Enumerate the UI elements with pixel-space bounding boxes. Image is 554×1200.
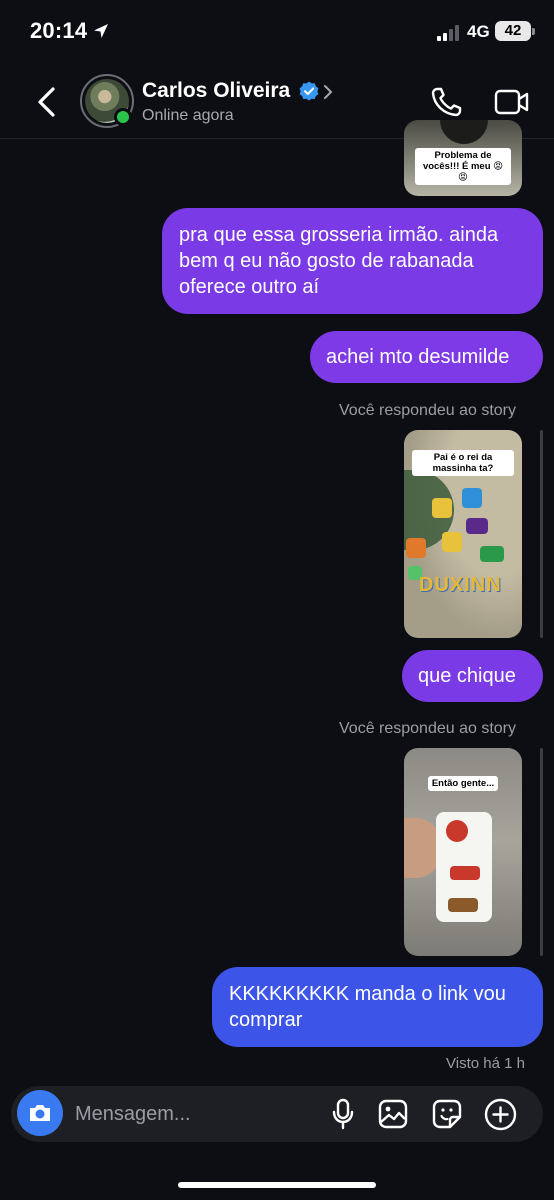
verified-badge-icon [299,81,319,101]
location-arrow-icon [94,24,108,38]
clay-block [466,518,488,534]
message-bubble[interactable]: que chique [402,650,543,702]
story-scrollbar [540,430,543,638]
online-status: Online agora [142,107,234,124]
battery-tip [532,28,535,35]
network-type: 4G [467,22,490,41]
signal-icon [437,25,459,41]
chevron-right-icon[interactable] [322,84,334,100]
santa-print [448,898,478,912]
seen-status: Visto há 1 h [446,1055,525,1072]
santa-print [446,820,468,842]
story-sticker-text: Problema de vocês!!! É meu 😡😡 [415,148,511,185]
message-bubble[interactable]: achei mto desumilde [310,331,543,383]
message-input[interactable] [75,1100,315,1128]
story-scrollbar [540,748,543,956]
camera-icon[interactable] [27,1100,53,1126]
status-time: 20:14 [30,18,88,43]
story-caption: DUXINN [419,574,502,596]
clay-block [462,488,482,508]
story-preview-3-hand [404,818,440,878]
online-indicator [114,108,132,126]
phone-call-icon[interactable] [430,86,464,118]
clay-block [480,546,504,562]
home-indicator[interactable] [178,1182,376,1188]
battery-indicator: 42 [495,21,531,41]
story-reply-label: Você respondeu ao story [339,402,517,419]
back-chevron-icon[interactable] [34,86,60,118]
santa-print [450,866,480,880]
message-bubble[interactable]: pra que essa grosseria irmão. ainda bem … [162,208,543,314]
clay-block [406,538,426,558]
clay-block [432,498,452,518]
microphone-icon[interactable] [330,1098,356,1130]
message-bubble[interactable]: KKKKKKKKK manda o link vou comprar [212,967,543,1047]
sticker-icon[interactable] [431,1098,463,1130]
clay-block [442,532,462,552]
story-sticker-text: Pai é o rei da massinha ta? [412,450,514,476]
gallery-icon[interactable] [377,1098,409,1130]
video-call-icon[interactable] [494,87,530,117]
contact-name[interactable]: Carlos Oliveira [142,79,290,103]
story-sticker-text: Então gente... [428,776,498,791]
story-reply-label: Você respondeu ao story [339,720,517,737]
plus-icon[interactable] [484,1098,517,1131]
